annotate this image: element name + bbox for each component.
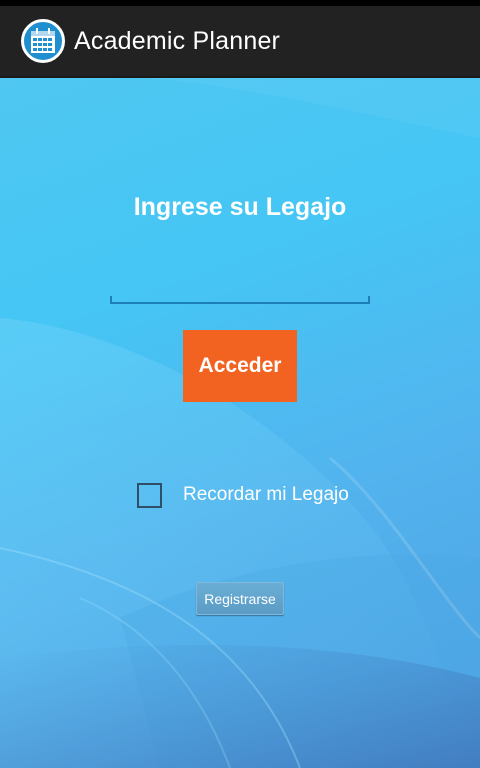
action-bar: Academic Planner (0, 6, 480, 78)
app-title: Academic Planner (74, 26, 281, 55)
login-screen: Ingrese su Legajo Acceder Recordar mi Le… (0, 78, 480, 768)
login-heading: Ingrese su Legajo (133, 193, 347, 221)
remember-label[interactable]: Recordar mi Legajo (183, 484, 349, 506)
acceder-button[interactable]: Acceder (183, 330, 297, 402)
input-underline-tick-left (110, 296, 112, 304)
remember-checkbox[interactable] (137, 482, 162, 508)
background-waves (0, 78, 480, 768)
input-underline-tick-right (368, 296, 370, 304)
calendar-icon[interactable] (21, 19, 65, 63)
legajo-input[interactable] (110, 268, 370, 304)
remember-legajo-row[interactable]: Recordar mi Legajo (137, 480, 349, 510)
register-button[interactable]: Registrarse (196, 582, 284, 615)
